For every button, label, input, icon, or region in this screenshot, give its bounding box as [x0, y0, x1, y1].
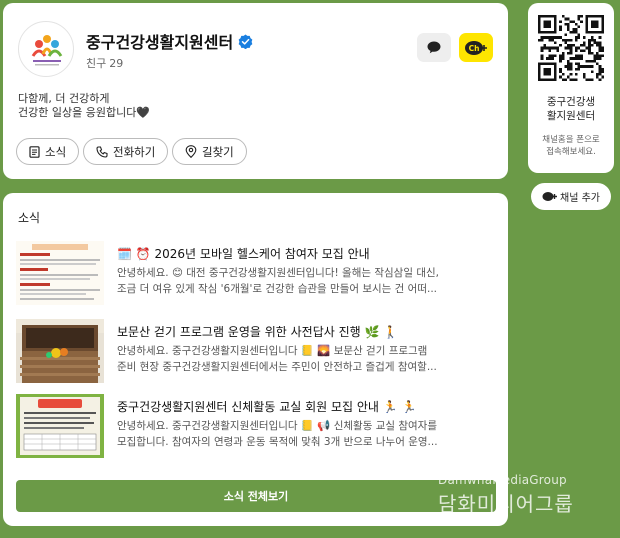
channel-name: 중구건강생활지원센터: [86, 33, 234, 52]
add-channel-yellow-button[interactable]: Ch: [459, 33, 493, 62]
phone-icon: [96, 145, 108, 158]
call-button-label: 전화하기: [113, 144, 156, 159]
description-line-1: 다함께, 더 건강하게: [18, 92, 110, 105]
qr-sub-line: 접속해보세요.: [546, 147, 596, 157]
chat-bubble-icon: [427, 41, 441, 54]
news-item[interactable]: 🗓️ ⏰ 2026년 모바일 헬스케어 참여자 모집 안내 안녕하세요. 😊 대…: [16, 241, 496, 306]
add-channel-button[interactable]: 채널 추가: [531, 183, 611, 210]
description-line-2: 건강한 일상을 응원합니다🖤: [18, 106, 151, 119]
chat-button[interactable]: [417, 33, 451, 62]
directions-button-label: 길찾기: [202, 144, 234, 159]
friends-label: 친구: [86, 57, 107, 70]
watermark-english: DamwhaMediaGroup: [438, 473, 567, 487]
location-pin-icon: [185, 145, 197, 158]
news-item-body-line: 준비 현장 중구건강생활지원센터에서는 주민이 안전하고 즐겁게 참여할...: [117, 361, 437, 373]
friends-number: 29: [109, 57, 124, 70]
news-item[interactable]: 보문산 걷기 프로그램 운영을 위한 사전답사 진행 🌿 🚶 안녕하세요. 중구…: [16, 319, 496, 384]
news-item-body-line: 조금 더 여유 있게 작심 '6개월'로 건강한 습관을 만들어 보시는 건 어…: [117, 283, 437, 295]
qr-instruction: 채널홈을 폰으로 접속해보세요.: [528, 134, 614, 158]
news-item[interactable]: 중구건강생활지원센터 신체활동 교실 회원 모집 안내 🏃 🏃 안녕하세요. 중…: [16, 394, 496, 459]
channel-description: 다함께, 더 건강하게 건강한 일상을 응원합니다🖤: [18, 92, 150, 120]
news-item-title: 중구건강생활지원센터 신체활동 교실 회원 모집 안내 🏃 🏃: [117, 400, 417, 414]
news-item-body-line: 안녕하세요. 중구건강생활지원센터입니다 📒 🌄 보문산 걷기 프로그램: [117, 345, 428, 357]
news-item-title: 🗓️ ⏰ 2026년 모바일 헬스케어 참여자 모집 안내: [117, 247, 370, 261]
news-section-title: 소식: [18, 211, 41, 225]
news-item-title: 보문산 걷기 프로그램 운영을 위한 사전답사 진행 🌿 🚶: [117, 325, 399, 339]
news-item-body: 안녕하세요. 중구건강생활지원센터입니다 📒 📢 신체활동 교실 참여자를 모집…: [117, 418, 497, 450]
qr-channel-name: 중구건강생 활지원센터: [528, 95, 614, 123]
news-item-body-line: 안녕하세요. 중구건강생활지원센터입니다 📒 📢 신체활동 교실 참여자를: [117, 420, 437, 432]
profile-card: 중구건강생활지원센터 친구 29 Ch 다함께, 더 건강하게 건강한 일상을 응…: [3, 3, 508, 179]
call-button[interactable]: 전화하기: [83, 138, 169, 165]
watermark: DamwhaMediaGroup 담화미디어그룹: [438, 473, 574, 517]
news-item-body-line: 안녕하세요. 😊 대전 중구건강생활지원센터입니다! 올해는 작심삼일 대신,: [117, 267, 439, 279]
watermark-korean: 담화미디어그룹: [438, 492, 574, 516]
news-item-body-line: 모집합니다. 참여자의 연령과 운동 목적에 맞춰 3개 반으로 나누어 운영.…: [117, 436, 438, 448]
qr-title-line: 중구건강생: [546, 96, 596, 108]
channel-name-row: 중구건강생활지원센터: [86, 29, 253, 53]
channel-plus-icon: Ch: [465, 40, 487, 55]
news-thumbnail-poster: [16, 241, 104, 305]
ch-badge-text: Ch: [469, 44, 480, 53]
qr-card: 중구건강생 활지원센터 채널홈을 폰으로 접속해보세요.: [528, 3, 614, 173]
news-thumbnail-photo: [16, 319, 104, 383]
directions-button[interactable]: 길찾기: [172, 138, 247, 165]
qr-code-icon[interactable]: [538, 15, 604, 81]
news-thumbnail-poster: [16, 394, 104, 458]
channel-logo[interactable]: [18, 21, 74, 77]
news-item-body: 안녕하세요. 😊 대전 중구건강생활지원센터입니다! 올해는 작심삼일 대신, …: [117, 265, 497, 297]
news-button-label: 소식: [45, 144, 67, 159]
verified-badge-icon: [238, 33, 253, 49]
view-all-news-button[interactable]: 소식 전체보기: [16, 480, 496, 512]
qr-sub-line: 채널홈을 폰으로: [542, 135, 600, 145]
news-card: 소식 🗓️ ⏰ 2026년 모바일 헬스케어 참여자 모집 안내 안녕하세요. …: [3, 193, 508, 526]
add-channel-label: 채널 추가: [560, 193, 600, 204]
news-button[interactable]: 소식: [16, 138, 80, 165]
channel-plus-icon: [542, 192, 557, 201]
friends-count: 친구 29: [86, 55, 123, 71]
qr-title-line: 활지원센터: [546, 110, 596, 122]
news-item-body: 안녕하세요. 중구건강생활지원센터입니다 📒 🌄 보문산 걷기 프로그램 준비 …: [117, 343, 497, 375]
document-icon: [29, 145, 40, 158]
